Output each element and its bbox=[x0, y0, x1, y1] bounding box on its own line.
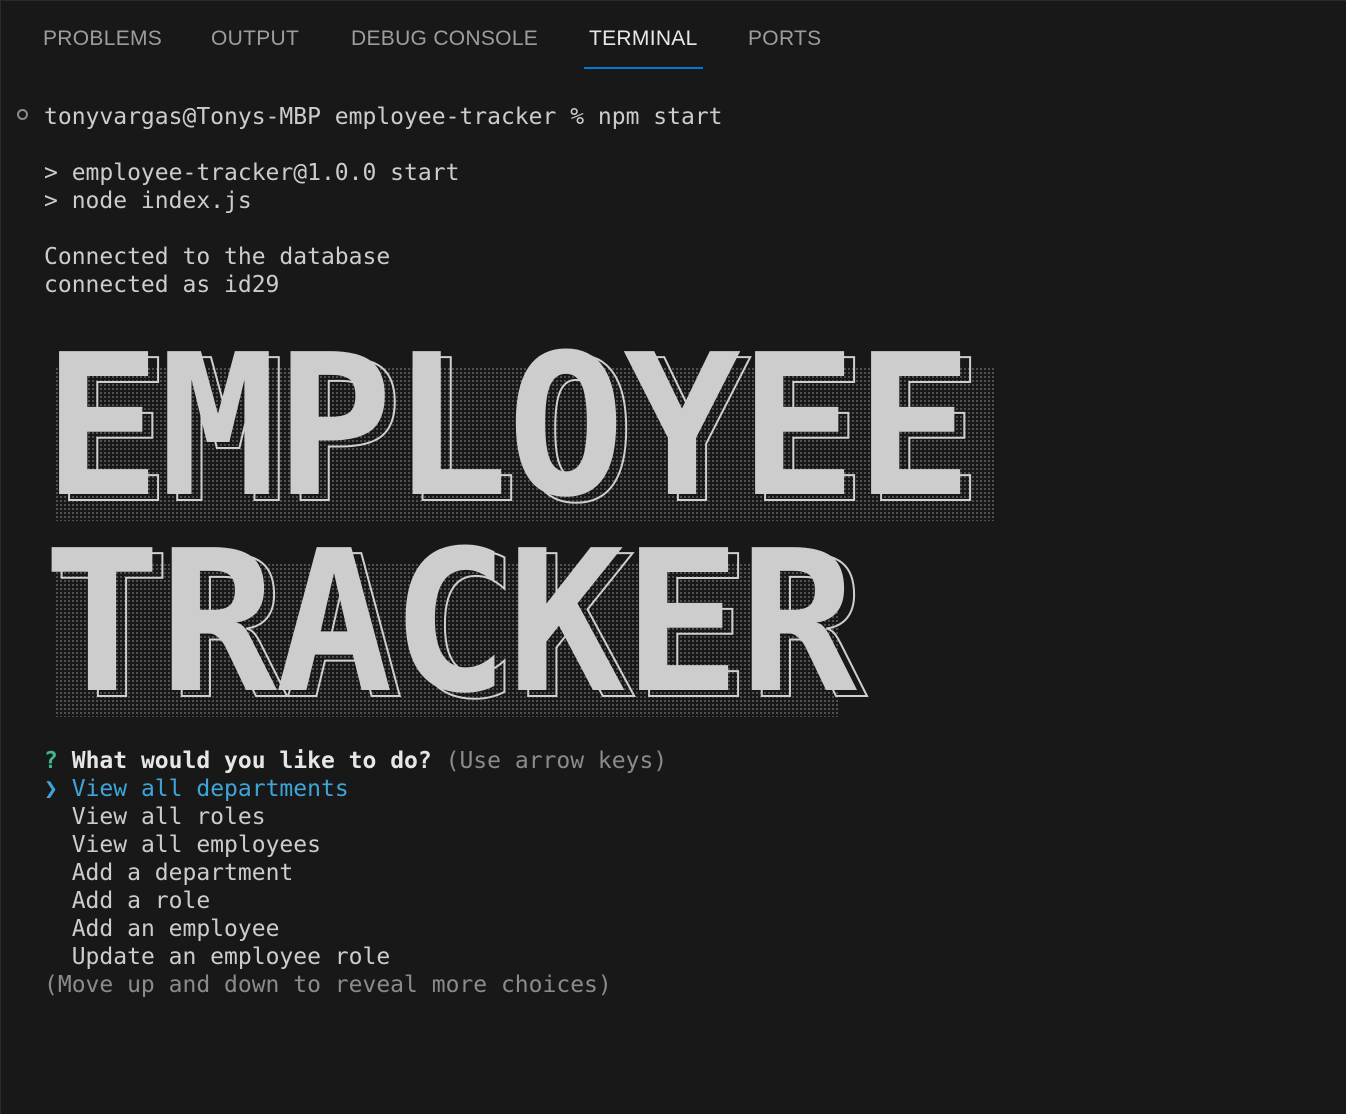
status-line: connected as id29 bbox=[44, 272, 280, 298]
question-mark: ? bbox=[44, 748, 58, 774]
choice-label: Add a department bbox=[71, 860, 294, 886]
question-text: What would you like to do? bbox=[71, 748, 432, 774]
terminal-output[interactable]: tonyvargas@Tonys-MBP employee-tracker % … bbox=[1, 1, 1346, 1114]
choice-item[interactable]: Update an employee role bbox=[44, 943, 391, 971]
choice-item-selected[interactable]: ❯ View all departments bbox=[44, 775, 349, 803]
choice-item[interactable]: View all roles bbox=[44, 803, 266, 831]
prompt-question-line: ? What would you like to do? (Use arrow … bbox=[44, 747, 667, 775]
choice-label: Update an employee role bbox=[71, 944, 391, 970]
choice-label: Add a role bbox=[71, 888, 211, 914]
banner-tracker: TRACKER bbox=[43, 509, 857, 737]
choice-label: View all roles bbox=[71, 804, 266, 830]
script-line: > employee-tracker@1.0.0 start bbox=[44, 160, 460, 186]
prompt-line: tonyvargas@Tonys-MBP employee-tracker % … bbox=[44, 104, 723, 130]
question-hint: (Use arrow keys) bbox=[445, 748, 668, 774]
choice-item[interactable]: Add a role bbox=[44, 887, 210, 915]
script-line: > node index.js bbox=[44, 188, 252, 214]
choice-item[interactable]: Add a department bbox=[44, 859, 294, 887]
choice-label: Add an employee bbox=[71, 916, 280, 942]
choice-item[interactable]: View all employees bbox=[44, 831, 321, 859]
command-decoration-icon[interactable] bbox=[17, 109, 28, 120]
status-line: Connected to the database bbox=[44, 244, 391, 270]
choice-item[interactable]: Add an employee bbox=[44, 915, 280, 943]
more-choices-hint: (Move up and down to reveal more choices… bbox=[44, 972, 612, 998]
banner-employee: EMPLOYEE bbox=[43, 313, 973, 541]
terminal-panel: PROBLEMS OUTPUT DEBUG CONSOLE TERMINAL P… bbox=[0, 0, 1346, 1114]
choice-label: View all departments bbox=[71, 776, 349, 802]
choice-label: View all employees bbox=[71, 832, 321, 858]
pointer-icon: ❯ bbox=[44, 776, 58, 802]
